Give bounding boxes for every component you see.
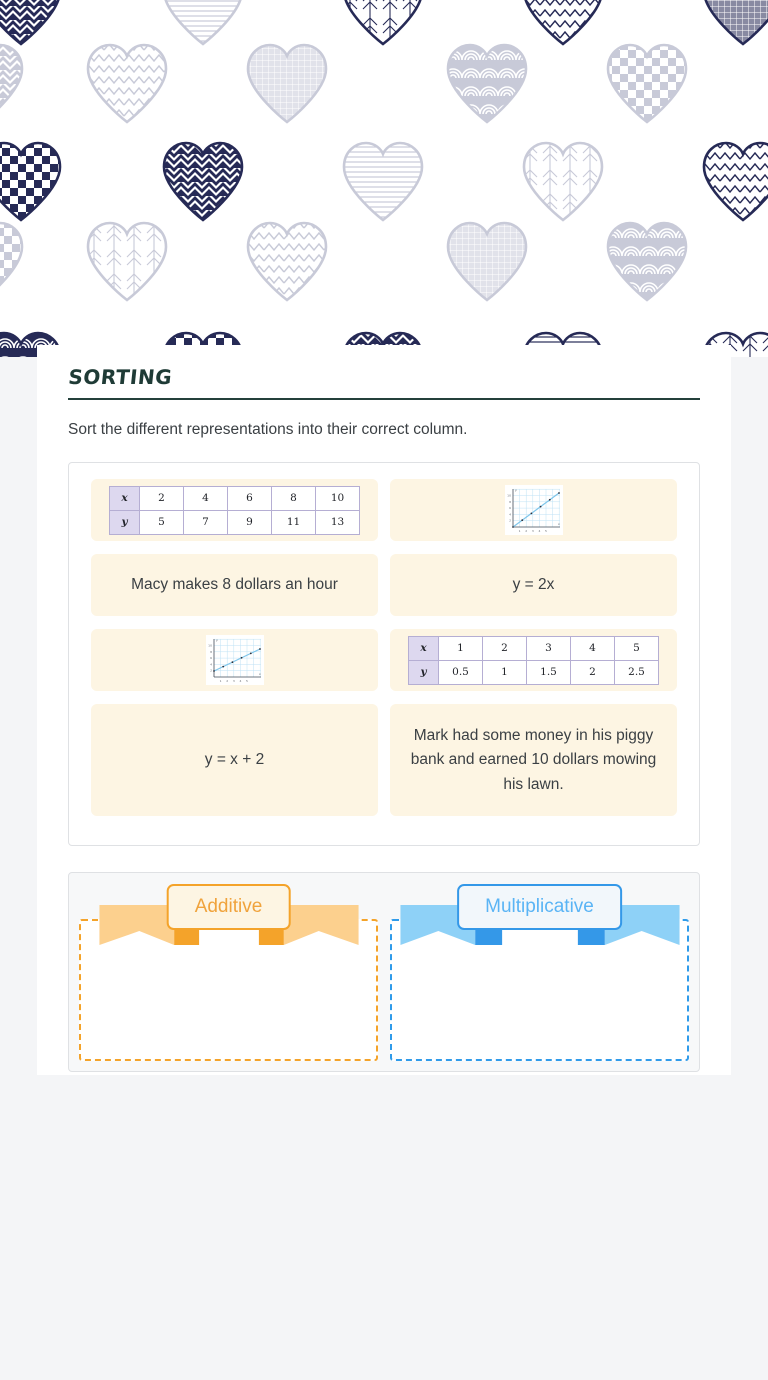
sortable-item[interactable]: y = 2x: [390, 554, 677, 617]
svg-text:5: 5: [246, 679, 248, 683]
table-cell: 6: [227, 486, 272, 511]
title-divider: [68, 398, 700, 400]
table-cell: 2: [139, 486, 184, 511]
coordinate-graph-icon: y x 1 2 3 4 5 2 4 6 8 10: [504, 485, 563, 536]
table-cell: 7: [183, 509, 228, 535]
table-cell: 5: [139, 509, 184, 535]
instructions-text: Sort the different representations into …: [68, 421, 468, 438]
table-row-label: y: [408, 659, 439, 685]
table-cell: 13: [315, 509, 360, 535]
sortable-item[interactable]: x 2 4 6 8 10 y 5 7 9 11 13: [91, 479, 378, 542]
svg-text:1: 1: [219, 679, 221, 683]
heart-icon: [520, 0, 606, 46]
svg-text:y: y: [515, 488, 517, 492]
svg-text:2: 2: [210, 669, 212, 673]
page-title: SORTING: [67, 365, 700, 398]
heart-icon: [84, 220, 170, 302]
heart-icon: [340, 0, 426, 46]
sortable-item[interactable]: y x 1 2 3 4 5 2 4 6 8 10: [91, 629, 378, 692]
heart-icon: [244, 220, 330, 302]
table-cell: 8: [271, 486, 316, 511]
svg-text:2: 2: [226, 679, 228, 683]
sortable-item[interactable]: x 1 2 3 4 5 y 0.5 1 1.5 2 2.5: [390, 629, 677, 692]
heart-icon: [160, 140, 246, 222]
svg-text:2: 2: [525, 529, 527, 533]
table-cell: 5: [614, 636, 659, 661]
dropzone-additive[interactable]: [79, 919, 378, 1062]
sortable-item[interactable]: Macy makes 8 dollars an hour: [91, 554, 378, 617]
svg-text:6: 6: [509, 507, 511, 511]
table-row-label: y: [109, 509, 140, 535]
dropzone-column-multiplicative: Multiplicative: [390, 883, 689, 1062]
table-cell: 4: [570, 636, 615, 661]
coordinate-graph-icon: y x 1 2 3 4 5 2 4 6 8 10: [205, 635, 264, 686]
sortable-item[interactable]: y = x + 2: [91, 704, 378, 817]
heart-icon: [340, 140, 426, 222]
heart-icon: [444, 42, 530, 124]
section-title-text: SORTING: [67, 365, 174, 389]
svg-text:8: 8: [210, 650, 212, 654]
svg-text:x: x: [558, 522, 560, 526]
heart-icon: [0, 140, 64, 222]
table-cell: 4: [183, 486, 228, 511]
sortable-item-label: y = x + 2: [204, 751, 265, 769]
svg-text:3: 3: [531, 529, 533, 533]
dropzones-panel: Additive Multiplicative: [68, 872, 700, 1073]
table-cell: 2: [482, 636, 527, 661]
svg-text:x: x: [259, 672, 261, 676]
hearts-pattern: [0, 0, 768, 357]
dropzone-multiplicative[interactable]: [390, 919, 689, 1062]
table-cell: 3: [526, 636, 571, 661]
table-cell: 1.5: [526, 659, 571, 685]
svg-text:4: 4: [509, 513, 511, 517]
heart-icon: [700, 140, 768, 222]
table-cell: 10: [315, 486, 360, 511]
sortable-item[interactable]: Mark had some money in his piggy bank an…: [390, 704, 677, 817]
svg-text:4: 4: [239, 679, 241, 683]
worksheet-card: SORTING Sort the different representatio…: [37, 345, 731, 1075]
table-cell: 2: [570, 659, 615, 685]
heart-icon: [84, 42, 170, 124]
table-cell: 0.5: [438, 659, 483, 685]
svg-text:10: 10: [208, 644, 212, 648]
sortable-item-label: y = 2x: [512, 576, 555, 594]
heart-icon: [160, 0, 246, 46]
heart-icon: [0, 0, 64, 46]
svg-text:3: 3: [232, 679, 234, 683]
svg-text:10: 10: [507, 494, 511, 498]
heart-icon: [0, 220, 26, 302]
sortable-item-label: Mark had some money in his piggy bank an…: [410, 726, 657, 793]
svg-text:y: y: [216, 638, 218, 642]
svg-text:6: 6: [210, 657, 212, 661]
heart-icon: [444, 220, 530, 302]
heart-icon: [520, 140, 606, 222]
table-cell: 11: [271, 509, 316, 535]
header-banner: [0, 0, 768, 357]
heart-icon: [604, 42, 690, 124]
svg-text:5: 5: [545, 529, 547, 533]
xy-table: x 2 4 6 8 10 y 5 7 9 11 13: [109, 486, 360, 535]
sortable-items-container: x 2 4 6 8 10 y 5 7 9 11 13 y x 1 2 3 4 5 2 4 6 8 10 Macy mak…: [68, 462, 700, 847]
svg-text:8: 8: [509, 500, 511, 504]
heart-icon: [0, 42, 26, 124]
table-cell: 1: [482, 659, 527, 685]
heart-icon: [700, 0, 768, 46]
xy-table: x 1 2 3 4 5 y 0.5 1 1.5 2 2.5: [408, 636, 659, 685]
svg-text:2: 2: [509, 519, 511, 523]
svg-text:4: 4: [210, 663, 212, 667]
dropzone-column-additive: Additive: [79, 883, 378, 1062]
table-cell: 9: [227, 509, 272, 535]
table-cell: 1: [438, 636, 483, 661]
svg-text:4: 4: [538, 529, 540, 533]
sortable-item[interactable]: y x 1 2 3 4 5 2 4 6 8 10: [390, 479, 677, 542]
heart-icon: [604, 220, 690, 302]
sortable-item-label: Macy makes 8 dollars an hour: [131, 576, 338, 594]
table-row-label: x: [408, 636, 439, 661]
table-row-label: x: [109, 486, 140, 511]
heart-icon: [244, 42, 330, 124]
table-cell: 2.5: [614, 659, 659, 685]
svg-text:1: 1: [518, 529, 520, 533]
